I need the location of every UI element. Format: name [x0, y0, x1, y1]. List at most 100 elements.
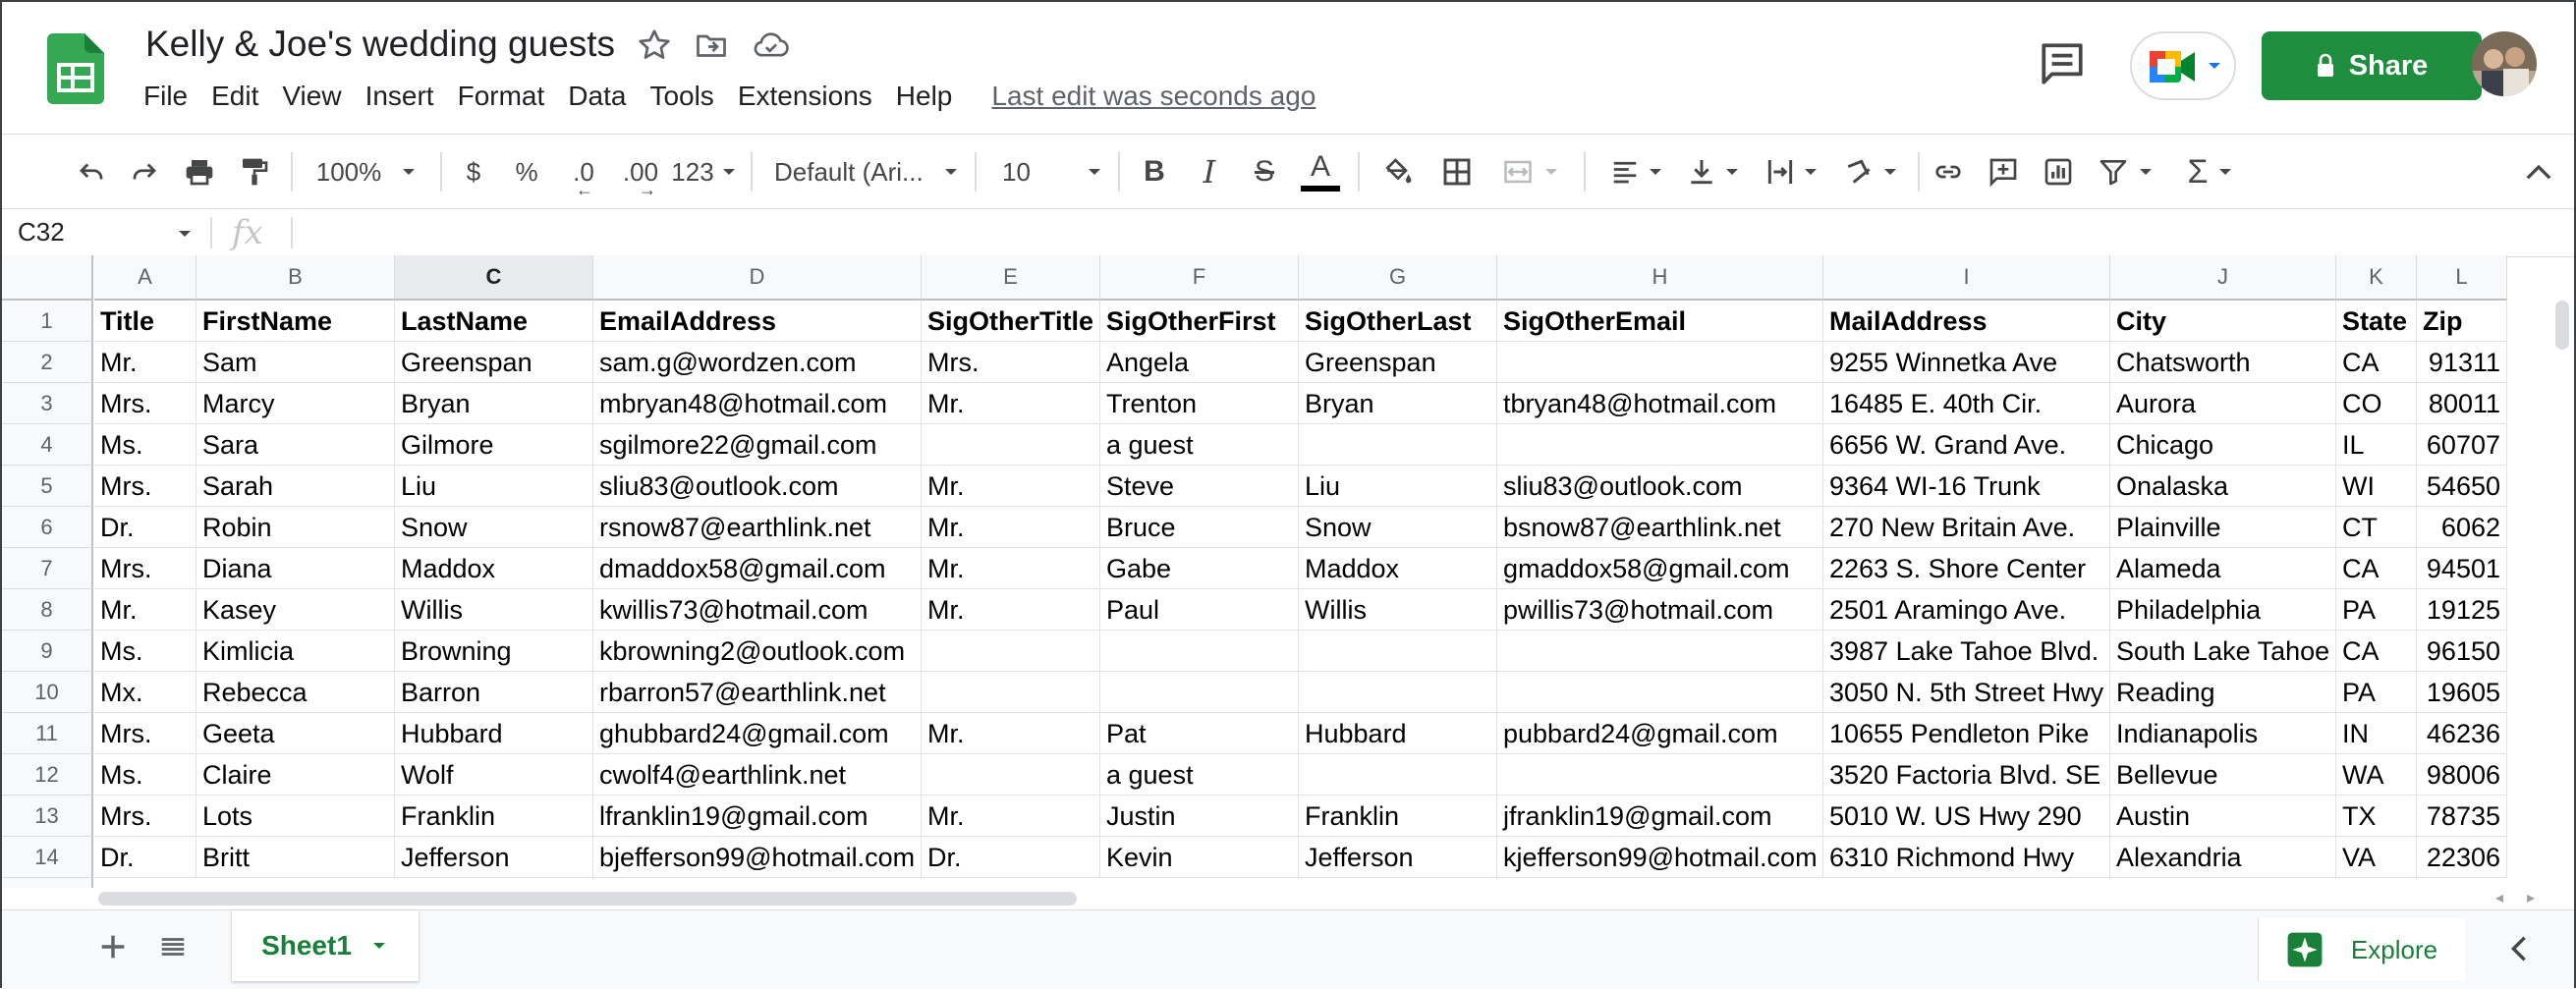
column-header-l[interactable]: L [2417, 255, 2507, 301]
text-rotation-icon[interactable] [1831, 135, 1910, 209]
cell-d3[interactable]: mbryan48@hotmail.com [593, 383, 922, 424]
row-header-2[interactable]: 2 [2, 342, 93, 383]
cell-k8[interactable]: PA [2336, 589, 2417, 631]
insert-link-icon[interactable] [1926, 135, 1971, 209]
select-all-corner[interactable] [2, 255, 93, 301]
cell-d8[interactable]: kwillis73@hotmail.com [593, 589, 922, 631]
cell-f13[interactable]: Justin [1100, 796, 1299, 837]
redo-icon[interactable] [122, 135, 167, 209]
borders-icon[interactable] [1434, 135, 1480, 209]
scroll-left-icon[interactable]: ◂ [2495, 888, 2503, 907]
cell-g8[interactable]: Willis [1299, 589, 1497, 631]
cell-k1[interactable]: State [2336, 301, 2417, 342]
more-formats-select[interactable]: 123 [670, 135, 739, 209]
paint-format-icon[interactable] [232, 135, 277, 209]
column-header-g[interactable]: G [1299, 255, 1497, 301]
cell-g7[interactable]: Maddox [1299, 548, 1497, 589]
cell-b3[interactable]: Marcy [196, 383, 395, 424]
cell-a4[interactable]: Ms. [94, 424, 196, 466]
chevron-left-icon[interactable] [2505, 932, 2533, 970]
undo-icon[interactable] [69, 135, 114, 209]
cell-h8[interactable]: pwillis73@hotmail.com [1497, 589, 1823, 631]
cell-a11[interactable]: Mrs. [94, 713, 196, 754]
chevron-up-icon[interactable] [2517, 135, 2560, 209]
cell-c12[interactable]: Wolf [395, 754, 593, 796]
cell-d6[interactable]: rsnow87@earthlink.net [593, 507, 922, 548]
column-header-h[interactable]: H [1497, 255, 1823, 301]
cell-f9[interactable] [1100, 631, 1299, 672]
column-header-j[interactable]: J [2110, 255, 2336, 301]
filter-icon[interactable] [2087, 135, 2165, 209]
menu-file[interactable]: File [143, 81, 199, 112]
row-header-8[interactable]: 8 [2, 589, 93, 631]
cell-h2[interactable] [1497, 342, 1823, 383]
row-header-7[interactable]: 7 [2, 548, 93, 589]
cell-h11[interactable]: pubbard24@gmail.com [1497, 713, 1823, 754]
cell-d1[interactable]: EmailAddress [593, 301, 922, 342]
last-edit-link[interactable]: Last edit was seconds ago [991, 81, 1316, 112]
column-header-k[interactable]: K [2336, 255, 2417, 301]
row-header-10[interactable]: 10 [2, 672, 93, 713]
list-icon[interactable] [157, 932, 189, 966]
cell-g10[interactable] [1299, 672, 1497, 713]
cell-k12[interactable]: WA [2336, 754, 2417, 796]
cell-b8[interactable]: Kasey [196, 589, 395, 631]
cell-d14[interactable]: bjefferson99@hotmail.com [593, 837, 922, 878]
cell-f5[interactable]: Steve [1100, 466, 1299, 507]
horizontal-align-icon[interactable] [1599, 135, 1674, 209]
currency-format-button[interactable]: $ [456, 135, 491, 209]
row-header-6[interactable]: 6 [2, 507, 93, 548]
cell-b5[interactable]: Sarah [196, 466, 395, 507]
cell-f11[interactable]: Pat [1100, 713, 1299, 754]
cell-k13[interactable]: TX [2336, 796, 2417, 837]
merge-cells-icon[interactable] [1491, 135, 1570, 209]
cell-f8[interactable]: Paul [1100, 589, 1299, 631]
cell-k9[interactable]: CA [2336, 631, 2417, 672]
font-size-select[interactable]: 10 [1002, 135, 1104, 209]
cell-d7[interactable]: dmaddox58@gmail.com [593, 548, 922, 589]
cell-i6[interactable]: 270 New Britain Ave. [1823, 507, 2110, 548]
cell-g4[interactable] [1299, 424, 1497, 466]
text-wrapping-icon[interactable] [1755, 135, 1829, 209]
cell-d9[interactable]: kbrowning2@outlook.com [593, 631, 922, 672]
cell-e14[interactable]: Dr. [922, 837, 1100, 878]
cell-h5[interactable]: sliu83@outlook.com [1497, 466, 1823, 507]
menu-format[interactable]: Format [446, 81, 557, 112]
cell-b7[interactable]: Diana [196, 548, 395, 589]
meet-button[interactable] [2130, 31, 2236, 100]
cell-b6[interactable]: Robin [196, 507, 395, 548]
column-header-e[interactable]: E [922, 255, 1100, 301]
cell-j2[interactable]: Chatsworth [2110, 342, 2336, 383]
document-title[interactable]: Kelly & Joe's wedding guests [145, 24, 615, 65]
cell-f3[interactable]: Trenton [1100, 383, 1299, 424]
cell-h14[interactable]: kjefferson99@hotmail.com [1497, 837, 1823, 878]
cell-e4[interactable] [922, 424, 1100, 466]
comment-history-icon[interactable] [2038, 39, 2087, 88]
decrease-decimal-button[interactable]: .0 ← [558, 135, 609, 209]
cell-k3[interactable]: CO [2336, 383, 2417, 424]
cell-l5[interactable]: 54650 [2417, 466, 2507, 507]
cell-h1[interactable]: SigOtherEmail [1497, 301, 1823, 342]
cell-c6[interactable]: Snow [395, 507, 593, 548]
cell-d12[interactable]: cwolf4@earthlink.net [593, 754, 922, 796]
cell-k6[interactable]: CT [2336, 507, 2417, 548]
vertical-scroll-thumb[interactable] [2555, 301, 2569, 350]
menu-tools[interactable]: Tools [638, 81, 725, 112]
percent-format-button[interactable]: % [509, 135, 544, 209]
menu-view[interactable]: View [270, 81, 353, 112]
cell-l12[interactable]: 98006 [2417, 754, 2507, 796]
scroll-right-icon[interactable]: ▸ [2527, 888, 2535, 907]
cell-a7[interactable]: Mrs. [94, 548, 196, 589]
cell-g2[interactable]: Greenspan [1299, 342, 1497, 383]
cell-i12[interactable]: 3520 Factoria Blvd. SE [1823, 754, 2110, 796]
cell-j12[interactable]: Bellevue [2110, 754, 2336, 796]
row-header-14[interactable]: 14 [2, 837, 93, 878]
cell-a6[interactable]: Dr. [94, 507, 196, 548]
row-header-13[interactable]: 13 [2, 796, 93, 837]
row-header-partial[interactable] [2, 878, 93, 888]
cell-j7[interactable]: Alameda [2110, 548, 2336, 589]
cell-g14[interactable]: Jefferson [1299, 837, 1497, 878]
cell-j11[interactable]: Indianapolis [2110, 713, 2336, 754]
cell-a3[interactable]: Mrs. [94, 383, 196, 424]
cell-h12[interactable] [1497, 754, 1823, 796]
